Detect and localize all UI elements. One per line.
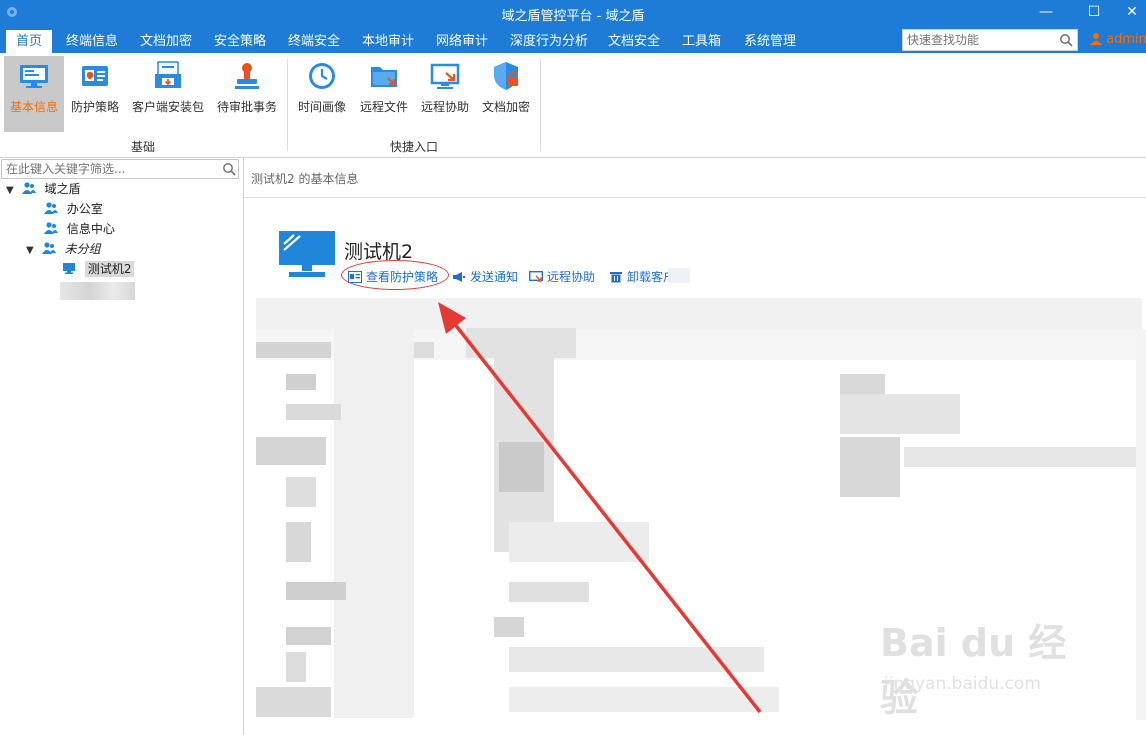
watermark-url: jingyan.baidu.com xyxy=(884,674,1041,694)
vertical-scrollbar[interactable] xyxy=(1136,330,1146,720)
watermark-logo-text: Bai du 经验 xyxy=(880,621,1067,720)
baidu-watermark: Bai du 经验 jingyan.baidu.com xyxy=(880,612,1100,720)
